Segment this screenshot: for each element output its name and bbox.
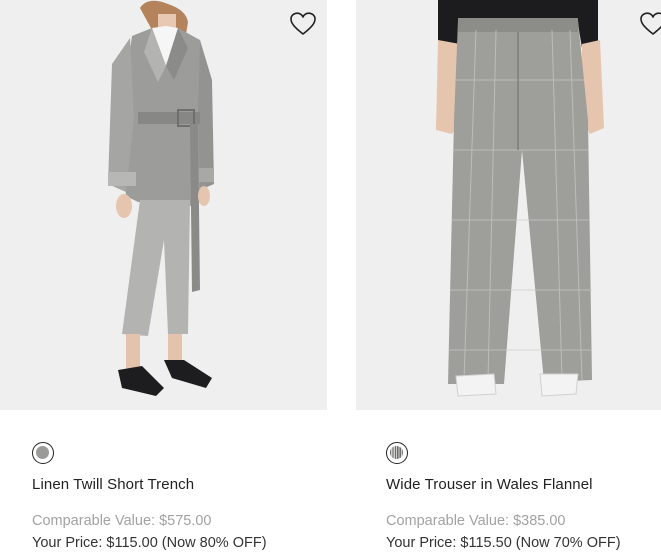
swatch-color-fill bbox=[390, 446, 403, 459]
model-trench-illustration bbox=[108, 0, 214, 396]
model-trouser-illustration bbox=[436, 0, 604, 397]
heart-icon[interactable] bbox=[640, 12, 661, 36]
comparable-value: Comparable Value: $575.00 bbox=[32, 513, 212, 529]
color-swatch[interactable] bbox=[32, 442, 54, 464]
comparable-value: Comparable Value: $385.00 bbox=[386, 513, 566, 529]
swatch-color-fill bbox=[36, 446, 49, 459]
your-price: Your Price: $115.50 (Now 70% OFF) bbox=[386, 535, 621, 551]
product-card[interactable]: Wide Trouser in Wales Flannel Comparable… bbox=[356, 0, 661, 551]
color-swatch[interactable] bbox=[386, 442, 408, 464]
product-name[interactable]: Linen Twill Short Trench bbox=[32, 476, 194, 493]
product-image[interactable] bbox=[356, 0, 661, 410]
product-card[interactable]: Linen Twill Short Trench Comparable Valu… bbox=[0, 0, 327, 551]
heart-icon[interactable] bbox=[290, 12, 316, 36]
product-image[interactable] bbox=[0, 0, 327, 410]
product-name[interactable]: Wide Trouser in Wales Flannel bbox=[386, 476, 593, 493]
your-price: Your Price: $115.00 (Now 80% OFF) bbox=[32, 535, 267, 551]
